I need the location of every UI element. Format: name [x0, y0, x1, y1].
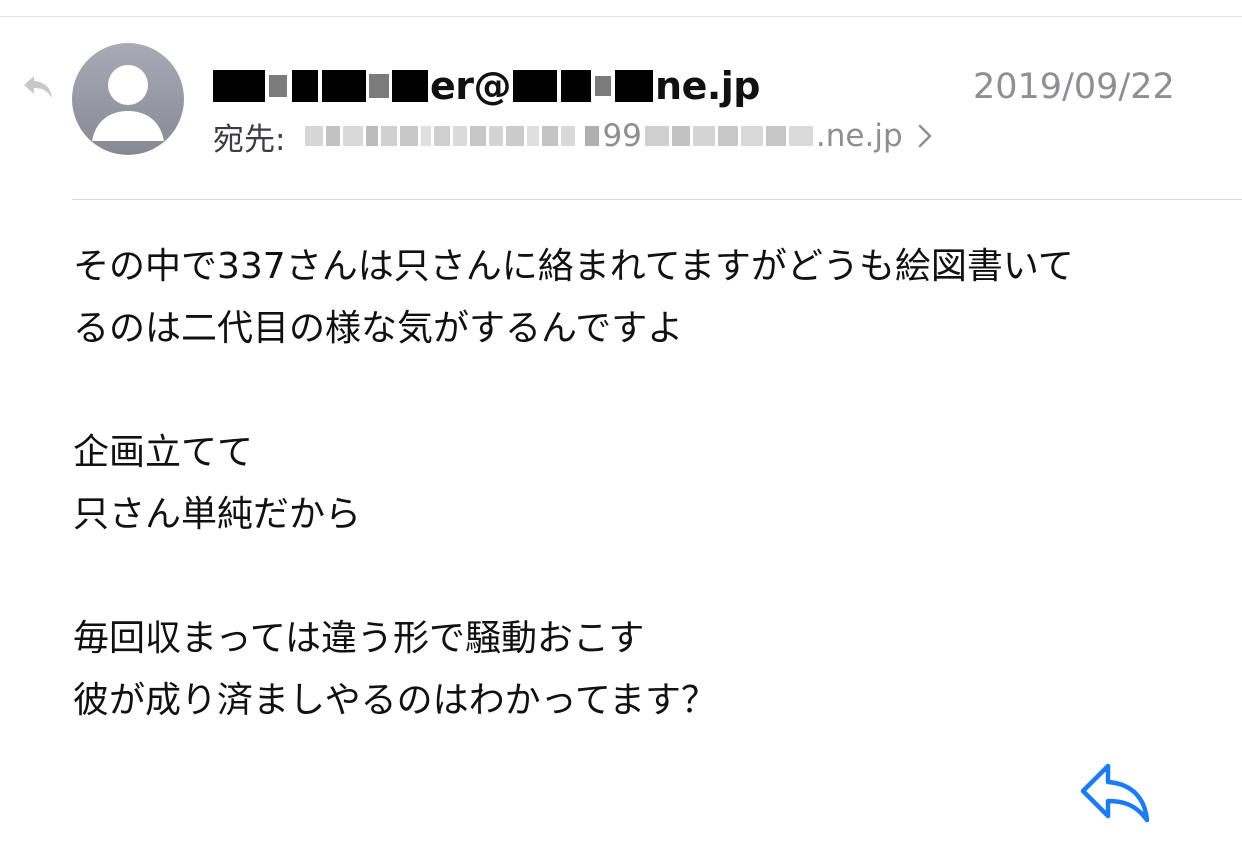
redaction: [343, 126, 364, 146]
redaction: [322, 70, 366, 102]
redaction: [269, 75, 287, 97]
redaction: [489, 126, 504, 146]
redaction: [400, 126, 419, 146]
redaction: [506, 126, 525, 146]
recipient-address-part: .ne.jp: [815, 118, 903, 154]
redaction: [527, 126, 540, 146]
body-line: 毎回収まっては違う形で騒動おこす: [73, 618, 645, 659]
redaction: [392, 70, 428, 102]
redaction: [292, 70, 318, 102]
redaction: [740, 126, 763, 146]
person-icon: [92, 65, 164, 141]
redaction: [326, 126, 341, 146]
redaction: [765, 126, 786, 146]
redaction: [644, 126, 669, 146]
body-line: その中で337さんは只さんに絡まれてますがどうも絵図書いて: [73, 246, 1074, 287]
avatar: [72, 43, 184, 155]
redaction: [542, 126, 559, 146]
redaction: [585, 126, 600, 146]
reply-button[interactable]: [1078, 760, 1152, 824]
redaction: [595, 76, 612, 96]
body-line: 企画立てて: [73, 432, 254, 473]
redaction: [671, 126, 690, 146]
sender-address-part: ne.jp: [655, 64, 761, 108]
body-line: 彼が成り済ましやるのはわかってます？: [73, 680, 718, 721]
chevron-right-icon[interactable]: [917, 123, 933, 149]
email-body: その中で337さんは只さんに絡まれてますがどうも絵図書いて るのは二代目の様な気…: [73, 236, 1193, 732]
sender-address[interactable]: er@ ne.jp: [213, 60, 761, 112]
body-line: 只さん単純だから: [73, 494, 362, 535]
redaction: [366, 126, 379, 146]
redaction: [305, 126, 324, 146]
redaction: [434, 126, 451, 146]
recipient-row[interactable]: 宛先: 99 .ne.jp: [213, 114, 933, 158]
body-line: るのは二代目の様な気がするんですよ: [73, 308, 684, 349]
back-arrow-icon[interactable]: [20, 68, 56, 104]
redaction: [692, 126, 715, 146]
redaction: [213, 70, 265, 102]
recipient-address-part: 99: [602, 118, 642, 154]
redaction: [788, 126, 813, 146]
reply-icon: [1080, 763, 1150, 823]
redaction: [561, 70, 592, 102]
redaction: [470, 126, 487, 146]
email-date: 2019/09/22: [973, 67, 1175, 107]
header-divider: [72, 199, 1242, 200]
redaction: [717, 126, 738, 146]
sender-address-part: er@: [430, 64, 512, 108]
recipient-label: 宛先:: [213, 121, 286, 158]
body-blank-line: [73, 360, 1193, 422]
redaction: [615, 70, 654, 102]
redaction: [381, 126, 398, 146]
top-divider: [0, 16, 1242, 17]
redaction: [453, 126, 468, 146]
redaction: [513, 70, 558, 102]
redaction: [561, 126, 576, 146]
redaction: [421, 126, 432, 146]
body-blank-line: [73, 546, 1193, 608]
redaction: [369, 74, 389, 98]
